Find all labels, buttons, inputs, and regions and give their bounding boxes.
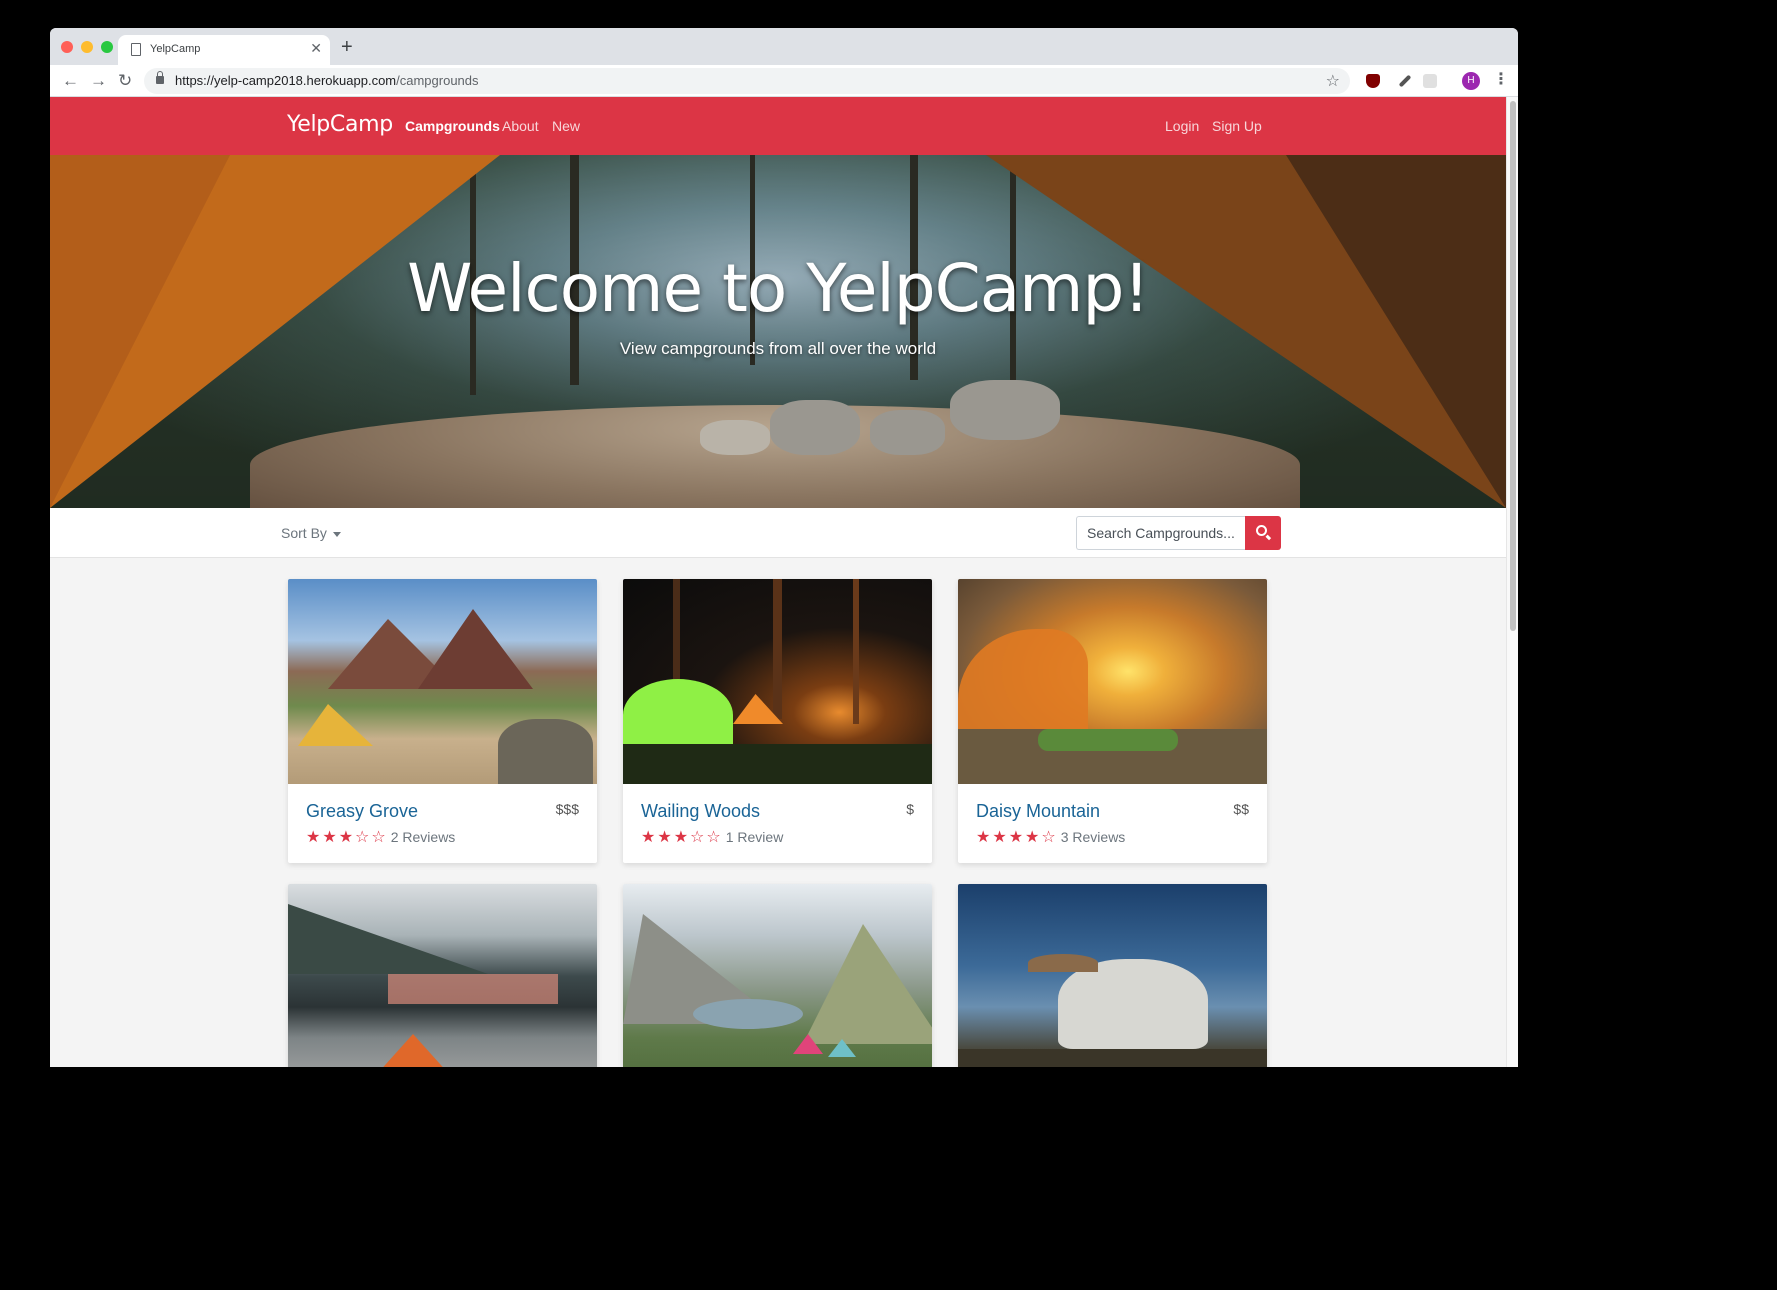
campground-image[interactable] bbox=[623, 884, 932, 1067]
star-rating-icons: ★★★★☆ bbox=[976, 829, 1058, 846]
rock bbox=[870, 410, 945, 455]
campground-image[interactable] bbox=[958, 884, 1267, 1067]
hero-title: Welcome to YelpCamp! bbox=[407, 250, 1150, 327]
nav-link-about[interactable]: About bbox=[502, 118, 539, 134]
nav-link-signup[interactable]: Sign Up bbox=[1212, 118, 1262, 134]
rock bbox=[770, 400, 860, 455]
tab-strip: YelpCamp ✕ + bbox=[50, 28, 1518, 65]
browser-menu-icon[interactable]: ⋮ bbox=[1493, 69, 1509, 89]
lock-icon bbox=[156, 71, 164, 84]
browser-toolbar: ← → ↻ https://yelp-camp2018.herokuapp.co… bbox=[50, 65, 1518, 97]
campground-name[interactable]: Daisy Mountain bbox=[976, 801, 1100, 822]
sort-by-dropdown[interactable]: Sort By bbox=[281, 525, 341, 541]
lake-shape bbox=[693, 999, 803, 1029]
tab-title: YelpCamp bbox=[150, 43, 201, 55]
boulder-shape bbox=[498, 719, 593, 784]
page-icon bbox=[131, 43, 141, 56]
review-count: 3 Reviews bbox=[1060, 829, 1126, 845]
nav-link-campgrounds[interactable]: Campgrounds bbox=[405, 118, 500, 134]
campground-card[interactable]: Wailing Woods $ ★★★☆☆ 1 Review bbox=[623, 579, 932, 863]
pen-extension-icon[interactable] bbox=[1398, 74, 1412, 88]
lake-reflection-shape bbox=[388, 974, 558, 1004]
campground-name[interactable]: Wailing Woods bbox=[641, 801, 760, 822]
url-host: https://yelp-camp2018.herokuapp.com bbox=[175, 73, 397, 88]
review-count: 2 Reviews bbox=[390, 829, 456, 845]
browser-tab[interactable]: YelpCamp ✕ bbox=[118, 35, 330, 65]
sort-by-label: Sort By bbox=[281, 525, 327, 541]
sleeping-bag-shape bbox=[1038, 729, 1178, 751]
address-bar[interactable]: https://yelp-camp2018.herokuapp.com/camp… bbox=[144, 68, 1350, 94]
mountain-shape bbox=[288, 904, 488, 974]
campground-price: $ bbox=[906, 801, 914, 817]
page-viewport: YelpCamp Campgrounds About New Login Sig… bbox=[50, 97, 1506, 1067]
brand-logo[interactable]: YelpCamp bbox=[287, 112, 393, 137]
browser-window: YelpCamp ✕ + ← → ↻ https://yelp-camp2018… bbox=[50, 28, 1518, 1067]
star-rating-icons: ★★★☆☆ bbox=[306, 829, 388, 846]
nav-link-new[interactable]: New bbox=[552, 118, 580, 134]
url-text[interactable]: https://yelp-camp2018.herokuapp.com/camp… bbox=[175, 73, 479, 88]
page-scrollbar[interactable] bbox=[1506, 97, 1518, 1067]
mountain-shape bbox=[803, 924, 932, 1044]
search-button[interactable] bbox=[1245, 516, 1281, 550]
campground-image[interactable] bbox=[958, 579, 1267, 784]
caret-down-icon bbox=[332, 531, 341, 537]
campground-price: $$ bbox=[1233, 801, 1249, 817]
campground-card[interactable] bbox=[288, 884, 597, 1067]
umbrella-shape bbox=[1028, 954, 1098, 972]
back-arrow-icon[interactable]: ← bbox=[62, 70, 79, 92]
campground-image[interactable] bbox=[288, 884, 597, 1067]
url-path: /campgrounds bbox=[396, 73, 479, 88]
search-input[interactable] bbox=[1076, 516, 1246, 550]
campground-image[interactable] bbox=[288, 579, 597, 784]
tent-shape bbox=[368, 1034, 458, 1067]
star-rating-icons: ★★★☆☆ bbox=[641, 829, 723, 846]
ground-shape bbox=[623, 744, 932, 784]
tent-flap-left-shade bbox=[50, 155, 230, 508]
campground-rating: ★★★☆☆ 1 Review bbox=[641, 827, 783, 847]
profile-avatar[interactable]: H bbox=[1462, 72, 1480, 90]
ground-shape bbox=[958, 1049, 1267, 1067]
filter-bar: Sort By bbox=[50, 508, 1506, 558]
nav-link-login[interactable]: Login bbox=[1165, 118, 1199, 134]
close-window-button[interactable] bbox=[61, 41, 73, 53]
hero-banner: Welcome to YelpCamp! View campgrounds fr… bbox=[50, 155, 1506, 508]
campground-card[interactable]: Greasy Grove $$$ ★★★☆☆ 2 Reviews bbox=[288, 579, 597, 863]
campground-rating: ★★★★☆ 3 Reviews bbox=[976, 827, 1125, 847]
reload-icon[interactable]: ↻ bbox=[118, 70, 132, 92]
tent-shape bbox=[298, 704, 373, 746]
bookmark-star-icon[interactable]: ☆ bbox=[1326, 71, 1340, 91]
close-tab-icon[interactable]: ✕ bbox=[310, 40, 322, 57]
hero-subtitle: View campgrounds from all over the world bbox=[619, 339, 937, 358]
review-count: 1 Review bbox=[725, 829, 784, 845]
tent-flap-right-shade bbox=[1286, 155, 1506, 508]
tent-shape bbox=[623, 679, 733, 751]
campground-card[interactable] bbox=[958, 884, 1267, 1067]
rock bbox=[700, 420, 770, 455]
search-icon bbox=[1256, 525, 1267, 536]
new-tab-button[interactable]: + bbox=[341, 35, 353, 59]
scrollbar-thumb[interactable] bbox=[1510, 101, 1516, 631]
mountain-shape bbox=[418, 609, 533, 689]
campground-card[interactable] bbox=[623, 884, 932, 1067]
campground-card[interactable]: Daisy Mountain $$ ★★★★☆ 3 Reviews bbox=[958, 579, 1267, 863]
extension-icon[interactable] bbox=[1423, 74, 1437, 88]
tree-trunk bbox=[853, 579, 859, 724]
campground-rating: ★★★☆☆ 2 Reviews bbox=[306, 827, 455, 847]
ublock-extension-icon[interactable] bbox=[1366, 74, 1380, 88]
tree-trunk bbox=[773, 579, 782, 719]
campground-price: $$$ bbox=[555, 801, 579, 817]
app-navbar: YelpCamp Campgrounds About New Login Sig… bbox=[50, 97, 1506, 155]
camper-trailer-shape bbox=[1058, 959, 1208, 1049]
forward-arrow-icon[interactable]: → bbox=[90, 70, 107, 92]
minimize-window-button[interactable] bbox=[81, 41, 93, 53]
maximize-window-button[interactable] bbox=[101, 41, 113, 53]
campground-image[interactable] bbox=[623, 579, 932, 784]
campground-name[interactable]: Greasy Grove bbox=[306, 801, 418, 822]
